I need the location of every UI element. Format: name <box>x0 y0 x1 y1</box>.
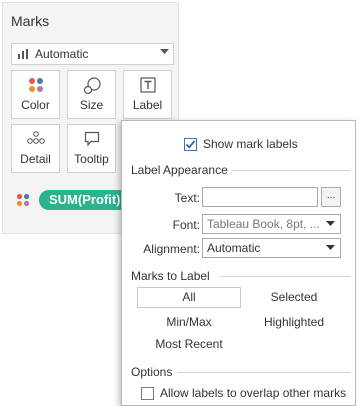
allow-overlap-text: Allow labels to overlap other marks <box>160 386 347 400</box>
detail-tile[interactable]: Detail <box>11 124 60 173</box>
color-dots-icon <box>28 78 43 92</box>
chevron-down-icon <box>326 221 335 226</box>
detail-dots-icon <box>26 131 45 144</box>
show-mark-labels-text: Show mark labels <box>203 137 298 151</box>
size-tile[interactable]: Size <box>67 70 116 119</box>
options-heading: Options <box>131 365 173 379</box>
mark-type-dropdown[interactable]: Automatic <box>11 43 174 65</box>
marks-to-label-heading: Marks to Label <box>131 269 210 283</box>
label-tile-label: Label <box>132 98 163 112</box>
show-mark-labels-row[interactable]: Show mark labels <box>184 137 298 151</box>
mark-type-value: Automatic <box>35 47 89 61</box>
allow-overlap-checkbox[interactable] <box>141 386 154 400</box>
font-dropdown-value: Tableau Book, 8pt, ... <box>207 217 320 231</box>
color-tile-label: Color <box>21 98 50 112</box>
size-tile-label: Size <box>79 98 104 112</box>
font-field-label: Font: <box>172 218 200 232</box>
show-mark-labels-checkbox[interactable] <box>184 137 197 151</box>
tooltip-tile-label: Tooltip <box>74 152 109 166</box>
color-tile[interactable]: Color <box>11 70 60 119</box>
text-field-input[interactable] <box>202 187 318 207</box>
label-popup: Show mark labels Label Appearance Text: … <box>121 120 356 406</box>
label-appearance-heading: Label Appearance <box>131 163 228 177</box>
text-t-icon <box>139 77 156 93</box>
label-tile[interactable]: Label <box>123 70 172 119</box>
color-dots-icon <box>16 193 30 207</box>
bar-chart-icon <box>18 49 28 59</box>
option-most-recent[interactable]: Most Recent <box>137 337 241 351</box>
detail-tile-label: Detail <box>20 152 51 166</box>
option-selected[interactable]: Selected <box>242 290 346 304</box>
marks-title: Marks <box>11 13 50 29</box>
options-divider <box>178 372 350 373</box>
size-circles-icon <box>83 77 101 95</box>
option-min-max[interactable]: Min/Max <box>137 315 241 329</box>
option-highlighted[interactable]: Highlighted <box>242 315 346 329</box>
sum-profit-pill[interactable]: SUM(Profit) <box>39 190 129 210</box>
chevron-down-icon <box>160 49 169 54</box>
marks-to-label-divider <box>219 276 350 277</box>
text-field-label: Text: <box>174 191 200 205</box>
text-editor-button[interactable]: ... <box>321 187 341 207</box>
label-appearance-divider <box>232 170 350 171</box>
alignment-field-label: Alignment: <box>143 242 200 256</box>
tooltip-tile[interactable]: Tooltip <box>67 124 116 173</box>
option-all[interactable]: All <box>137 287 241 308</box>
chevron-down-icon <box>326 245 335 250</box>
alignment-dropdown[interactable]: Automatic <box>202 238 341 258</box>
alignment-dropdown-value: Automatic <box>207 241 261 255</box>
font-dropdown[interactable]: Tableau Book, 8pt, ... <box>202 214 341 234</box>
allow-overlap-row[interactable]: Allow labels to overlap other marks <box>141 386 346 400</box>
checkmark-icon <box>185 139 196 149</box>
speech-bubble-icon <box>84 131 99 147</box>
